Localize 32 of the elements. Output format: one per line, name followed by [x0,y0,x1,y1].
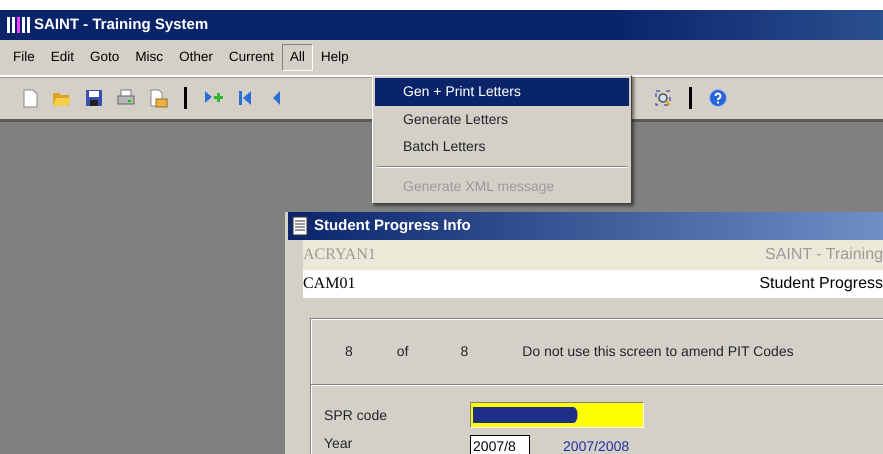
year-description: 2007/2008 [563,436,630,454]
zoom-icon[interactable] [653,88,673,108]
user-name: ACRYAN1 [303,245,376,265]
menu-item[interactable]: Help [312,44,357,71]
field-label: Year [324,434,354,452]
field-label: SPR code [324,406,388,424]
menu-item[interactable]: Misc [127,44,172,71]
screen-name: Student Progress [759,274,883,294]
menu-item[interactable]: Generate Letters [375,106,629,134]
save-icon[interactable] [84,88,104,108]
menu-item[interactable]: Goto [82,44,128,71]
window-title: Student Progress Info [314,216,471,236]
mail-document-icon[interactable] [148,88,168,108]
help-icon[interactable] [708,88,728,108]
record-total: 8 [460,342,468,361]
logo-icon [6,15,32,35]
menu-item[interactable]: Batch Letters [375,133,629,162]
input-field[interactable]: 2007/8 [470,435,530,454]
document-icon [292,216,308,236]
menu-item[interactable]: Gen + Print Letters [375,78,629,106]
menu-item[interactable]: File [5,44,43,71]
input-field[interactable] [470,402,644,428]
menu-item[interactable]: All [282,44,313,71]
system-name: SAINT - Training [765,245,883,265]
record-of-label: of [396,342,408,361]
menu-item[interactable]: Other [171,44,221,71]
window-title: SAINT - Training System [34,14,208,35]
menu-item[interactable]: Current [220,44,282,71]
record-number: 8 [345,342,353,361]
record-code: CAM01 [303,274,356,294]
menu-item[interactable]: Edit [42,44,82,71]
notice-text: Do not use this screen to amend PIT Codes [522,342,794,361]
